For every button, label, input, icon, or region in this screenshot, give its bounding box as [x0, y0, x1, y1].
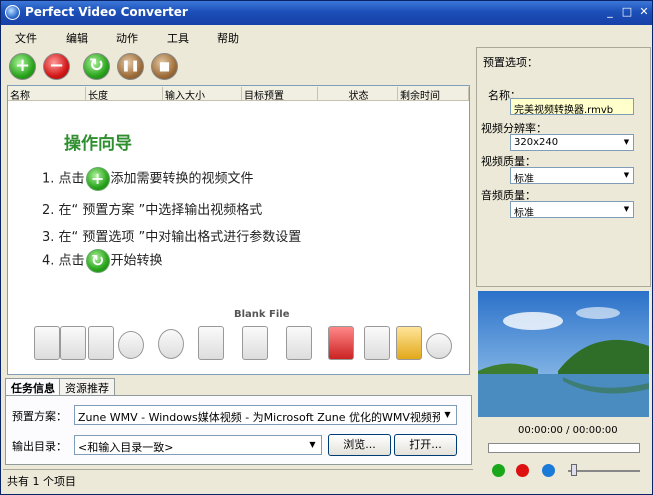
video-preview [478, 291, 649, 417]
preset-options-panel: 预置选项： 名称： 完美视频转换器.rmvb 视频分辨率： 320x240 ▼ … [476, 47, 651, 287]
chevron-down-icon: ▼ [623, 138, 630, 146]
step4-suffix: 开始转换 [110, 253, 163, 269]
status-text: 共有 1 个项目 [7, 475, 76, 488]
guide-title: 操作向导 [64, 134, 132, 154]
col-length[interactable]: 长度 [86, 87, 163, 102]
bottom-tabs: 任务信息 资源推荐 [5, 378, 472, 395]
stop-button[interactable]: ■ [151, 53, 178, 80]
volume-thumb[interactable] [571, 464, 577, 476]
col-target-preset[interactable]: 目标预置 [242, 87, 318, 102]
music-note-icon [396, 326, 422, 360]
name-field[interactable]: 完美视频转换器.rmvb [510, 98, 634, 115]
output-dir-value: <和输入目录一致> [78, 441, 174, 454]
open-button[interactable]: 打开... [394, 434, 457, 456]
guide-step-1: 1. 点击 + 添加需要转换的视频文件 [42, 167, 254, 191]
guide-step-2: 2. 在“ 预置方案 ”中选择输出视频格式 [42, 203, 263, 218]
stop-icon[interactable] [516, 464, 529, 477]
plus-icon: + [14, 55, 31, 76]
landscape-preview-image [478, 291, 649, 417]
audio-quality-value: 标准 [514, 208, 534, 218]
output-dir-label: 输出目录： [12, 440, 67, 453]
status-bar: 共有 1 个项目 [3, 469, 473, 489]
play-icon[interactable] [492, 464, 505, 477]
maximize-button[interactable]: □ [618, 4, 636, 21]
film-file-icon [242, 326, 268, 360]
app-logo-icon [5, 5, 20, 20]
toolbar: + − ↻ ❚❚ ■ [5, 48, 471, 84]
title-bar[interactable]: Perfect Video Converter _ □ ✕ [1, 1, 652, 25]
tab-task-info[interactable]: 任务信息 [5, 378, 61, 395]
quicktime-icon [364, 326, 390, 360]
cd-icon [118, 331, 144, 359]
pause-button[interactable]: ❚❚ [117, 53, 144, 80]
chevron-down-icon: ▼ [440, 407, 455, 423]
playback-time: 00:00:00 / 00:00:00 [518, 425, 618, 436]
start-convert-button[interactable]: ↻ [83, 53, 110, 80]
list-header: 名称 长度 输入大小 目标预置 状态 剩余时间 [8, 86, 469, 102]
video-camera-icon [198, 326, 224, 360]
remove-file-button[interactable]: − [43, 53, 70, 80]
guide-step-3: 3. 在“ 预置选项 ”中对输出格式进行参数设置 [42, 230, 302, 245]
ipod-icon [158, 329, 184, 359]
preset-options-title: 预置选项： [483, 56, 538, 69]
col-input-size[interactable]: 输入大小 [163, 87, 242, 102]
minus-icon: − [48, 55, 65, 76]
player-controls: 00:00:00 / 00:00:00 [478, 421, 649, 491]
output-dir-select[interactable]: <和输入目录一致> ▼ [74, 435, 322, 455]
phone-file-icon [286, 326, 312, 360]
tab-resources[interactable]: 资源推荐 [59, 378, 115, 395]
resolution-value: 320x240 [514, 137, 559, 148]
col-status[interactable]: 状态 [318, 87, 398, 102]
file-list[interactable]: 名称 长度 输入大小 目标预置 状态 剩余时间 操作向导 1. 点击 + 添加需要转… [7, 85, 470, 375]
stop-icon: ■ [158, 59, 171, 73]
add-file-button[interactable]: + [9, 53, 36, 80]
guide-step-4: 4. 点击 ↻ 开始转换 [42, 249, 163, 273]
col-remaining[interactable]: 剩余时间 [398, 87, 469, 102]
step4-prefix: 4. 点击 [42, 253, 85, 269]
vcd-icon [426, 333, 452, 359]
pause-icon: ❚❚ [121, 59, 140, 72]
seek-bar[interactable] [488, 443, 640, 453]
col-name[interactable]: 名称 [8, 87, 86, 102]
main-window: Perfect Video Converter _ □ ✕ 文件 编辑 动作 工… [0, 0, 653, 495]
video-quality-value: 标准 [514, 174, 534, 184]
minimize-button[interactable]: _ [601, 4, 619, 21]
dvd-icon [328, 326, 354, 360]
step1-suffix: 添加需要转换的视频文件 [110, 171, 254, 187]
name-value: 完美视频转换器.rmvb [514, 105, 614, 115]
resolution-select[interactable]: 320x240 ▼ [510, 134, 634, 151]
plus-icon: + [85, 167, 110, 191]
audio-quality-select[interactable]: 标准 ▼ [510, 201, 634, 218]
step1-prefix: 1. 点击 [42, 171, 85, 187]
menu-file[interactable]: 文件 [15, 30, 37, 46]
preset-label: 预置方案： [12, 410, 67, 423]
refresh-icon: ↻ [88, 55, 105, 76]
menu-action[interactable]: 动作 [116, 30, 138, 46]
blank-file-label: Blank File [234, 309, 290, 320]
chevron-down-icon: ▼ [305, 437, 320, 453]
volume-slider[interactable] [568, 470, 640, 472]
task-info-panel: 预置方案： Zune WMV - Windows媒体视频 - 为Microsof… [5, 395, 472, 465]
chevron-down-icon: ▼ [623, 171, 630, 179]
mp3-icon [60, 326, 86, 360]
preset-value: Zune WMV - Windows媒体视频 - 为Microsoft Zune… [78, 411, 454, 424]
video-quality-select[interactable]: 标准 ▼ [510, 167, 634, 184]
menu-edit[interactable]: 编辑 [66, 30, 88, 46]
refresh-icon: ↻ [85, 249, 110, 273]
menu-help[interactable]: 帮助 [217, 30, 239, 46]
preset-select[interactable]: Zune WMV - Windows媒体视频 - 为Microsoft Zune… [74, 405, 457, 425]
psp-icon [34, 326, 60, 360]
menu-tools[interactable]: 工具 [167, 30, 189, 46]
menu-bar: 文件 编辑 动作 工具 帮助 [1, 27, 652, 46]
music-file-icon [88, 326, 114, 360]
browse-button[interactable]: 浏览... [328, 434, 391, 456]
rewind-icon[interactable] [542, 464, 555, 477]
close-button[interactable]: ✕ [635, 4, 653, 21]
chevron-down-icon: ▼ [623, 205, 630, 213]
operation-guide: 操作向导 1. 点击 + 添加需要转换的视频文件 2. 在“ 预置方案 ”中选择输出… [8, 101, 469, 374]
window-title: Perfect Video Converter [25, 5, 188, 19]
